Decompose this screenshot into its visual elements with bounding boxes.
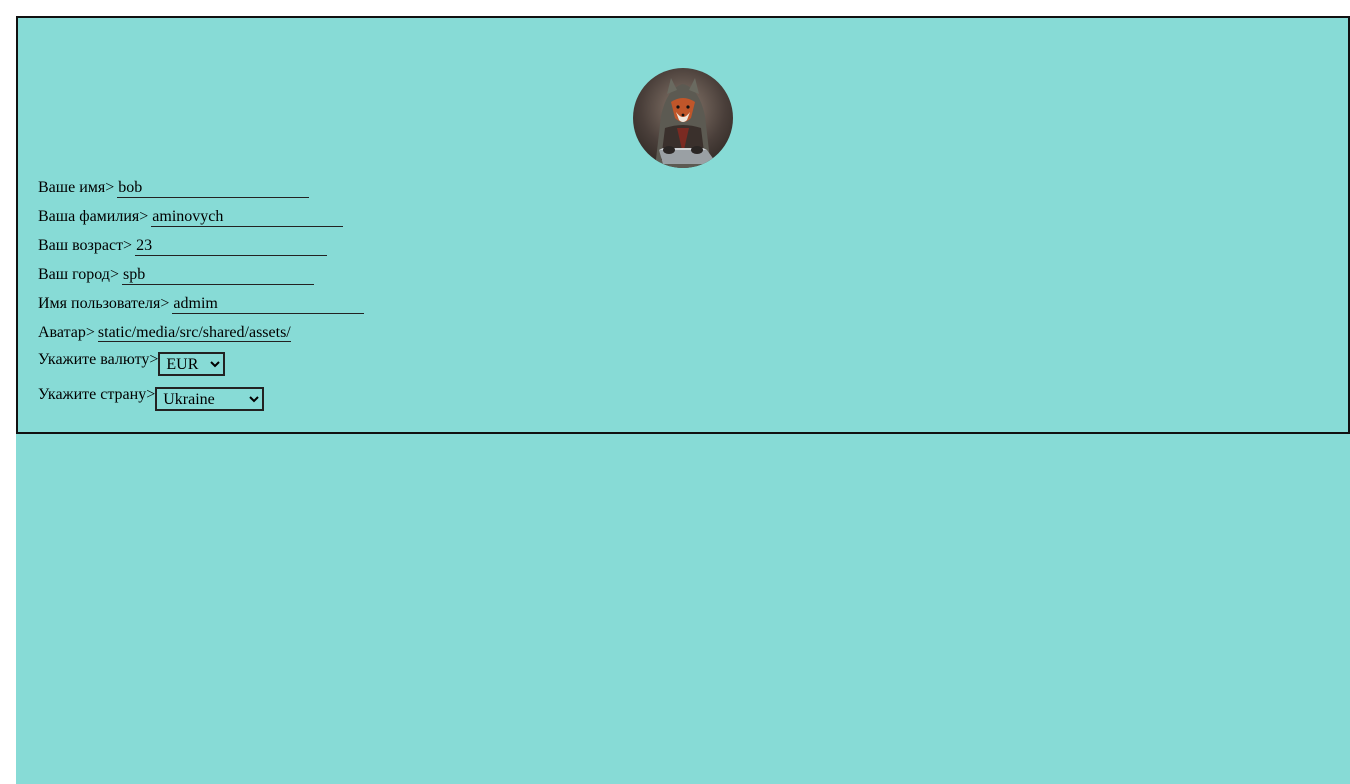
avatar-path-value: static/media/src/shared/assets/ xyxy=(97,324,291,342)
first-name-row: Ваше имя> xyxy=(38,178,310,198)
city-row: Ваш город> xyxy=(38,265,314,285)
country-label: Укажите страну> xyxy=(38,386,156,403)
city-input[interactable] xyxy=(121,265,314,285)
first-name-label: Ваше имя> xyxy=(38,179,115,196)
country-select[interactable]: Ukraine xyxy=(155,387,265,411)
avatar xyxy=(633,68,733,168)
first-name-input[interactable] xyxy=(117,178,310,198)
country-row: Укажите страну> Ukraine xyxy=(38,385,265,411)
city-label: Ваш город> xyxy=(38,266,119,283)
profile-card: Ваше имя> Ваша фамилия> Ваш возраст> Ваш… xyxy=(16,16,1350,434)
fox-avatar-icon xyxy=(633,68,733,168)
last-name-input[interactable] xyxy=(151,207,344,227)
avatar-label: Аватар> xyxy=(38,324,95,341)
username-input[interactable] xyxy=(172,294,365,314)
age-row: Ваш возраст> xyxy=(38,236,328,256)
last-name-row: Ваша фамилия> xyxy=(38,207,344,227)
age-label: Ваш возраст> xyxy=(38,237,133,254)
age-input[interactable] xyxy=(135,236,328,256)
currency-row: Укажите валюту> EUR xyxy=(38,350,226,376)
currency-label: Укажите валюту> xyxy=(38,351,159,368)
currency-select[interactable]: EUR xyxy=(158,352,226,376)
avatar-row: Аватар> static/media/src/shared/assets/ xyxy=(38,323,291,343)
username-label: Имя пользователя> xyxy=(38,295,170,312)
username-row: Имя пользователя> xyxy=(38,294,365,314)
last-name-label: Ваша фамилия> xyxy=(38,208,149,225)
